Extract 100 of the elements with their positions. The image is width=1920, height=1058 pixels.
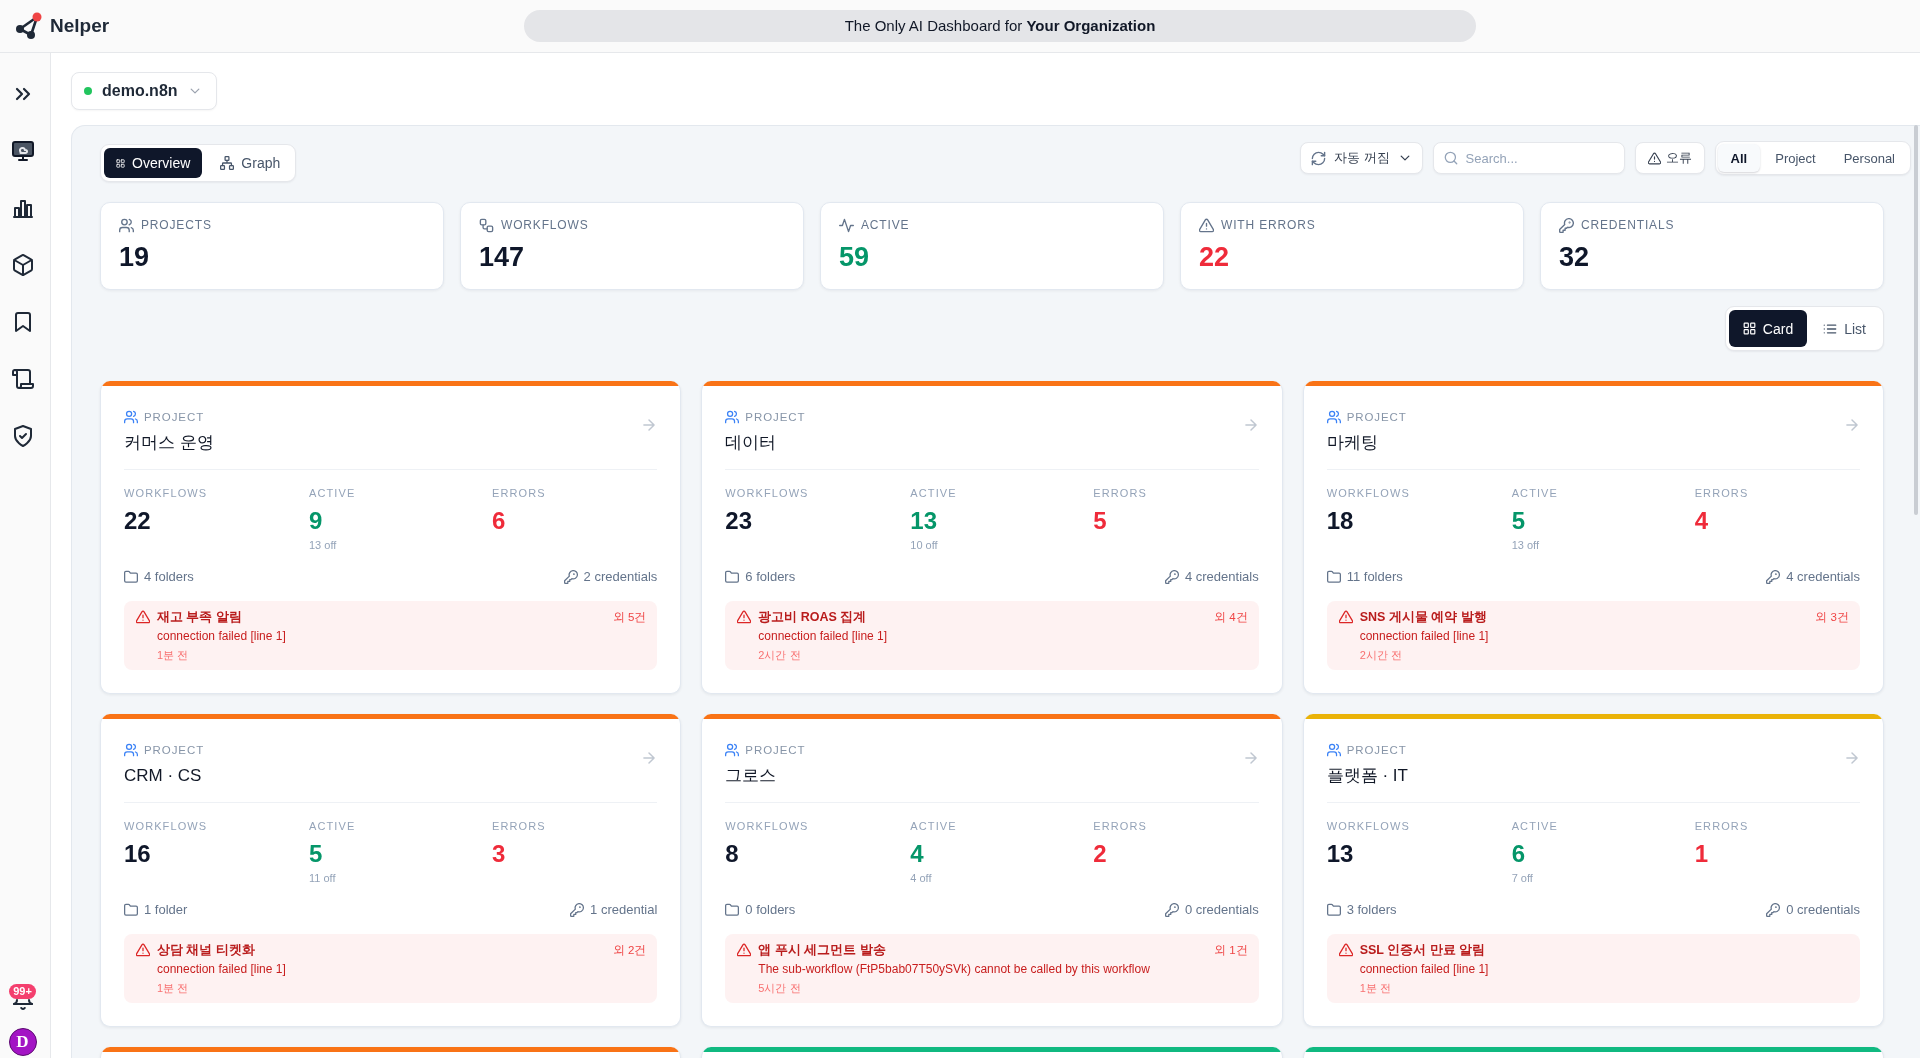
arrow-right-icon[interactable] — [1844, 750, 1860, 766]
folder-count: 0 folders — [745, 901, 796, 919]
more-errors-count: 외 5건 — [612, 610, 647, 625]
stat-label: CREDENTIALS — [1581, 217, 1675, 233]
layout-tab[interactable]: Card — [1728, 310, 1808, 347]
arrow-right-icon[interactable] — [1242, 750, 1259, 766]
warning-icon — [1338, 610, 1353, 624]
more-errors-count: 외 2건 — [612, 943, 647, 958]
warning-icon — [136, 610, 150, 624]
error-workflow-name: SNS 게시물 예약 발행 — [1359, 609, 1487, 625]
stat-value: 147 — [479, 242, 525, 272]
grid-icon — [1742, 322, 1756, 335]
project-label: PROJECT — [1346, 410, 1407, 424]
search-field[interactable]: Search... — [1432, 142, 1625, 174]
layout-tab[interactable]: List — [1809, 310, 1880, 347]
metric-value: 5 — [1511, 507, 1525, 535]
credential-count: 4 credentials — [1786, 568, 1860, 586]
credential-count: 2 credentials — [583, 568, 658, 586]
metric-value: 4 — [910, 840, 924, 868]
search-icon — [1443, 151, 1458, 165]
workspace-selector[interactable]: demo.n8n — [71, 72, 217, 110]
scrollbar-thumb[interactable] — [1914, 125, 1918, 515]
metric-note: 10 off — [910, 538, 938, 552]
pulse-icon — [839, 217, 854, 233]
cube-icon[interactable] — [11, 254, 34, 276]
metric-label: WORKFLOWS — [1326, 486, 1410, 500]
error-message: The sub-workflow (FtP5bab07T50ySVk) cannot be called by this workflow — [758, 961, 1150, 977]
arrow-right-icon[interactable] — [1242, 417, 1259, 433]
scope-tab[interactable]: Project — [1762, 144, 1829, 172]
error-filter-button[interactable]: 오류 — [1634, 142, 1705, 174]
warning-icon — [1647, 151, 1661, 165]
error-message: connection failed [line 1] — [157, 961, 286, 977]
error-message: connection failed [line 1] — [1359, 961, 1489, 977]
error-time: 5시간 전 — [758, 981, 801, 996]
banner: The Only AI Dashboard for Your Organization — [524, 10, 1476, 42]
user-avatar[interactable]: D — [8, 1028, 37, 1056]
metric-label: ERRORS — [1694, 486, 1749, 500]
project-name: 데이터 — [725, 432, 777, 454]
arrow-right-icon[interactable] — [641, 750, 658, 766]
hierarchy-icon — [220, 156, 235, 170]
credential-count: 4 credentials — [1184, 568, 1259, 586]
auto-refresh-dropdown[interactable]: 자동 꺼짐 — [1299, 142, 1423, 174]
error-time: 1분 전 — [157, 648, 189, 663]
bar-chart-icon[interactable] — [11, 197, 34, 219]
metric-value: 16 — [124, 840, 151, 868]
metric-value: 3 — [492, 840, 506, 868]
people-icon — [1326, 410, 1341, 424]
project-card[interactable]: PROJECT CRM · CS WORKFLOWS 16 ACTIVE 5 11 off ERRORS 3 1 folder 1 credential 상담 채널 티켓화 외 2건 connection failed [line 1] 1분 전 — [100, 714, 682, 1027]
project-card[interactable] — [100, 1047, 682, 1058]
metric-note: 7 off — [1511, 871, 1533, 885]
bell-icon[interactable] — [11, 999, 34, 1010]
project-card[interactable]: PROJECT 마케팅 WORKFLOWS 18 ACTIVE 5 13 off ERRORS 4 11 folders 4 credentials SNS 게시물 예약 발행 외 3건 connection failed [line 1] 2시간 전 — [1302, 381, 1884, 694]
scope-tab[interactable]: Personal — [1830, 144, 1908, 172]
view-tab[interactable]: Graph — [208, 148, 293, 178]
stat-value: 59 — [839, 242, 870, 272]
people-icon — [725, 410, 740, 424]
metric-label: ACTIVE — [1511, 486, 1558, 500]
project-label: PROJECT — [745, 410, 806, 424]
stat-label: PROJECTS — [141, 217, 212, 233]
warning-icon — [737, 610, 752, 624]
more-errors-count: 외 3건 — [1815, 610, 1849, 625]
scroll-icon[interactable] — [11, 368, 34, 390]
notification-badge: 99+ — [9, 984, 36, 999]
key-icon — [1766, 903, 1781, 917]
metric-label: WORKFLOWS — [1326, 819, 1410, 833]
project-card[interactable]: PROJECT 커머스 운영 WORKFLOWS 22 ACTIVE 9 13 off ERRORS 6 4 folders 2 credentials 재고 부족 알림 외 5건 connection failed [line 1] 1분 전 — [100, 381, 682, 694]
project-card[interactable]: PROJECT 플랫폼 · IT WORKFLOWS 13 ACTIVE 6 7 off ERRORS 1 3 folders 0 credentials SSL 인증서 만료 알림 connection failed [line 1] 1분 전 — [1302, 714, 1884, 1027]
view-tab[interactable]: Overview — [104, 148, 203, 178]
stat-label: WITH ERRORS — [1221, 217, 1316, 233]
folder-icon — [725, 570, 740, 584]
folder-icon — [124, 570, 138, 584]
project-card[interactable] — [701, 1047, 1283, 1058]
shield-check-icon[interactable] — [11, 425, 34, 447]
folder-count: 3 folders — [1346, 901, 1397, 919]
project-card[interactable]: PROJECT 그로스 WORKFLOWS 8 ACTIVE 4 4 off ERRORS 2 0 folders 0 credentials 앱 푸시 세그먼트 발송 외 1건 The sub-workflow (FtP5bab07T50ySVk) cannot be called by this workflow 5시간 전 — [701, 714, 1283, 1027]
metric-value: 22 — [124, 507, 151, 535]
project-name: 그로스 — [725, 765, 777, 787]
scope-tab[interactable]: All — [1717, 144, 1761, 172]
project-name: CRM · CS — [124, 765, 202, 787]
error-time: 1분 전 — [157, 981, 189, 996]
metric-note: 4 off — [910, 871, 932, 885]
project-card[interactable]: PROJECT 데이터 WORKFLOWS 23 ACTIVE 13 10 off ERRORS 5 6 folders 4 credentials 광고비 ROAS 집계 외 4건 connection failed [line 1] 2시간 전 — [701, 381, 1283, 694]
key-icon — [1559, 217, 1574, 233]
metric-label: ERRORS — [1093, 819, 1147, 833]
metric-value: 2 — [1093, 840, 1107, 868]
metric-value: 9 — [309, 507, 323, 535]
arrow-right-icon[interactable] — [641, 417, 658, 433]
error-workflow-name: 광고비 ROAS 집계 — [758, 609, 867, 625]
credential-count: 1 credential — [590, 901, 658, 919]
metric-value: 13 — [910, 507, 938, 535]
refresh-icon — [1310, 150, 1326, 166]
folder-icon — [124, 903, 138, 917]
folder-icon — [1326, 903, 1341, 917]
metric-label: ACTIVE — [309, 486, 356, 500]
folder-count: 1 folder — [144, 901, 188, 919]
monitor-icon[interactable] — [11, 140, 34, 162]
project-card[interactable] — [1302, 1047, 1884, 1058]
arrow-right-icon[interactable] — [1844, 417, 1860, 433]
app-name: Nelper — [50, 15, 110, 37]
key-icon — [563, 570, 578, 584]
